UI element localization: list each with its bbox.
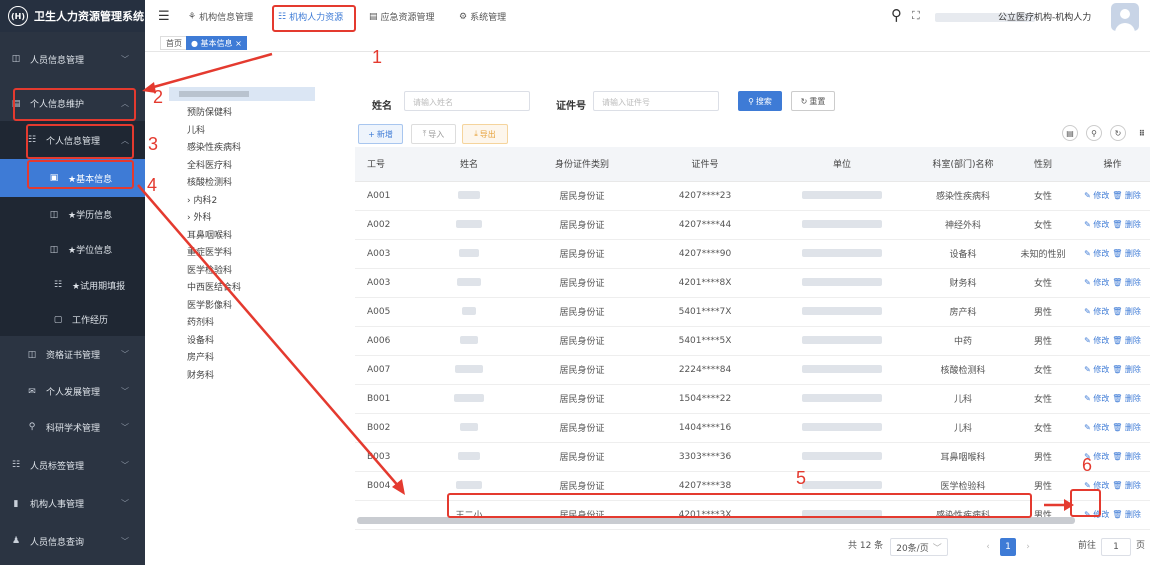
step-2-label: 2: [153, 87, 164, 107]
highlight-tab: [272, 5, 356, 32]
highlight-personal-info: [26, 124, 134, 159]
step-4-label: 4: [147, 175, 158, 195]
step-5-label: 5: [796, 468, 807, 488]
highlight-row: [447, 493, 1032, 518]
step-1-label: 1: [372, 47, 383, 67]
step-3-label: 3: [148, 134, 159, 154]
highlight-edit: [1070, 489, 1101, 517]
highlight-maintenance: [13, 88, 136, 121]
step-6-label: 6: [1082, 455, 1093, 475]
annotation-arrows: [137, 52, 1074, 511]
highlight-basic-info: [27, 160, 134, 189]
